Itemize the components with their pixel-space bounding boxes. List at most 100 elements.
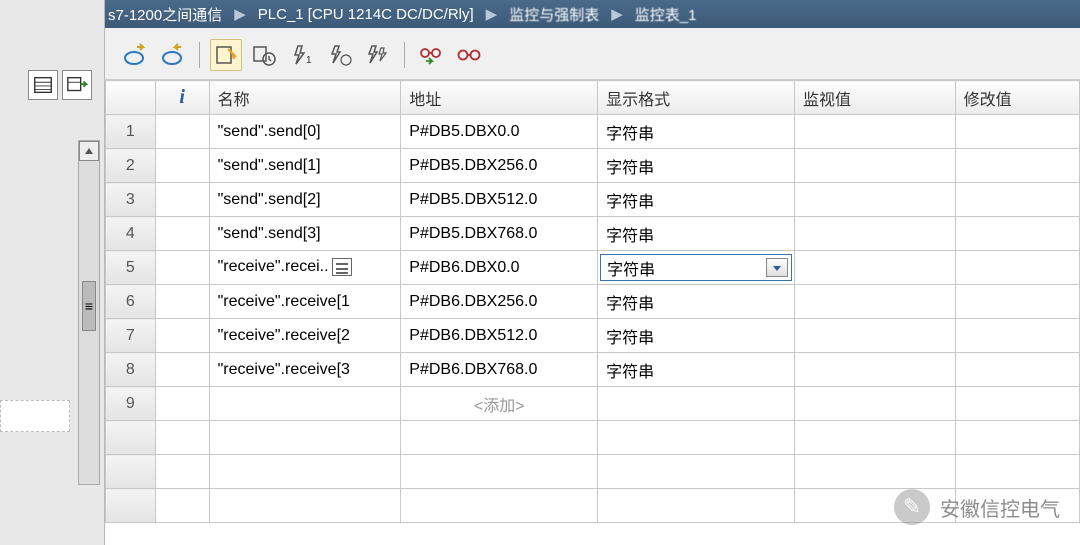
- col-address-header[interactable]: 地址: [401, 81, 598, 115]
- cell-modify[interactable]: [955, 115, 1079, 149]
- row-number[interactable]: 9: [106, 387, 156, 421]
- glasses-icon[interactable]: [453, 39, 485, 71]
- col-rownum-header[interactable]: [106, 81, 156, 115]
- cell-address[interactable]: P#DB6.DBX768.0: [401, 353, 598, 387]
- cell-name[interactable]: "receive".receive[2: [209, 319, 401, 353]
- table-row[interactable]: 1 "send".send[0]P#DB5.DBX0.0字符串: [106, 115, 1080, 149]
- cell-monitor[interactable]: [795, 115, 956, 149]
- breadcrumb-project[interactable]: s7-1200之间通信: [108, 4, 222, 25]
- cell-modify[interactable]: [955, 353, 1079, 387]
- cell-name[interactable]: "receive".receive[1: [209, 285, 401, 319]
- view-mode-icon[interactable]: [28, 70, 58, 100]
- cell-address[interactable]: P#DB6.DBX512.0: [401, 319, 598, 353]
- cell-format[interactable]: 字符串: [598, 319, 795, 353]
- cell-format[interactable]: 字符串: [598, 149, 795, 183]
- flash-time-icon[interactable]: [324, 39, 356, 71]
- cell-i[interactable]: [155, 387, 209, 421]
- cell-modify[interactable]: [955, 217, 1079, 251]
- cell-monitor[interactable]: [795, 353, 956, 387]
- cell-format[interactable]: 字符串: [598, 251, 795, 285]
- cell-address[interactable]: <添加>: [401, 387, 598, 421]
- insert-row-below-icon[interactable]: [157, 39, 189, 71]
- cell-address[interactable]: P#DB6.DBX0.0: [401, 251, 598, 285]
- row-number[interactable]: 1: [106, 115, 156, 149]
- table-row[interactable]: 8 "receive".receive[3P#DB6.DBX768.0字符串: [106, 353, 1080, 387]
- cell-address[interactable]: P#DB5.DBX0.0: [401, 115, 598, 149]
- cell-address[interactable]: P#DB5.DBX256.0: [401, 149, 598, 183]
- chevron-down-icon[interactable]: [766, 258, 788, 277]
- cell-monitor[interactable]: [795, 251, 956, 285]
- cell-monitor[interactable]: [795, 149, 956, 183]
- table-row[interactable]: 2 "send".send[1]P#DB5.DBX256.0字符串: [106, 149, 1080, 183]
- cell-modify[interactable]: [955, 183, 1079, 217]
- col-name-header[interactable]: 名称: [209, 81, 401, 115]
- cell-format[interactable]: 字符串: [598, 285, 795, 319]
- scroll-handle[interactable]: ≡: [82, 281, 96, 331]
- monitor-toggle-icon[interactable]: [210, 39, 242, 71]
- cell-monitor[interactable]: [795, 387, 956, 421]
- row-number[interactable]: 8: [106, 353, 156, 387]
- scroll-up-icon[interactable]: [79, 141, 99, 161]
- cell-format[interactable]: 字符串: [598, 353, 795, 387]
- col-modify-header[interactable]: 修改值: [955, 81, 1079, 115]
- col-format-header[interactable]: 显示格式: [598, 81, 795, 115]
- breadcrumb-table[interactable]: 监控表_1: [635, 4, 697, 25]
- table-row[interactable]: 3 "send".send[2]P#DB5.DBX512.0字符串: [106, 183, 1080, 217]
- row-number[interactable]: 3: [106, 183, 156, 217]
- table-row[interactable]: 5 "receive".recei..P#DB6.DBX0.0字符串: [106, 251, 1080, 285]
- cell-modify[interactable]: [955, 251, 1079, 285]
- breadcrumb-plc[interactable]: PLC_1 [CPU 1214C DC/DC/Rly]: [258, 6, 474, 23]
- row-number[interactable]: 5: [106, 251, 156, 285]
- glasses-go-icon[interactable]: [415, 39, 447, 71]
- cell-format[interactable]: 字符串: [598, 183, 795, 217]
- cell-name[interactable]: "send".send[1]: [209, 149, 401, 183]
- table-go-icon[interactable]: [62, 70, 92, 100]
- cell-monitor[interactable]: [795, 285, 956, 319]
- cell-i[interactable]: [155, 319, 209, 353]
- row-number[interactable]: 4: [106, 217, 156, 251]
- cell-name[interactable]: "receive".receive[3: [209, 353, 401, 387]
- row-number[interactable]: 2: [106, 149, 156, 183]
- cell-modify[interactable]: [955, 285, 1079, 319]
- cell-name[interactable]: "send".send[0]: [209, 115, 401, 149]
- cell-address[interactable]: P#DB6.DBX256.0: [401, 285, 598, 319]
- cell-i[interactable]: [155, 251, 209, 285]
- left-scrollbar[interactable]: ≡: [78, 140, 100, 485]
- time-monitor-icon[interactable]: [248, 39, 280, 71]
- cell-name[interactable]: "send".send[3]: [209, 217, 401, 251]
- cell-modify[interactable]: [955, 387, 1079, 421]
- format-dropdown[interactable]: 字符串: [600, 254, 792, 281]
- cell-i[interactable]: [155, 353, 209, 387]
- cell-i[interactable]: [155, 115, 209, 149]
- cell-name[interactable]: "receive".recei..: [209, 251, 401, 285]
- breadcrumb-group[interactable]: 监控与强制表: [509, 4, 599, 25]
- cell-i[interactable]: [155, 217, 209, 251]
- cell-i[interactable]: [155, 149, 209, 183]
- col-i-header[interactable]: i: [155, 81, 209, 115]
- table-row[interactable]: 7 "receive".receive[2P#DB6.DBX512.0字符串: [106, 319, 1080, 353]
- cell-monitor[interactable]: [795, 183, 956, 217]
- cell-i[interactable]: [155, 285, 209, 319]
- cell-modify[interactable]: [955, 149, 1079, 183]
- cell-format[interactable]: 字符串: [598, 217, 795, 251]
- cell-monitor[interactable]: [795, 319, 956, 353]
- insert-row-above-icon[interactable]: [119, 39, 151, 71]
- table-row[interactable]: 4 "send".send[3]P#DB5.DBX768.0字符串: [106, 217, 1080, 251]
- col-monitor-header[interactable]: 监视值: [795, 81, 956, 115]
- cell-format[interactable]: 字符串: [598, 115, 795, 149]
- cell-name[interactable]: "send".send[2]: [209, 183, 401, 217]
- flash-all-icon[interactable]: [362, 39, 394, 71]
- browse-icon[interactable]: [332, 258, 352, 276]
- cell-address[interactable]: P#DB5.DBX768.0: [401, 217, 598, 251]
- row-number[interactable]: 7: [106, 319, 156, 353]
- row-number[interactable]: 6: [106, 285, 156, 319]
- flash-one-icon[interactable]: 1: [286, 39, 318, 71]
- cell-name[interactable]: [209, 387, 401, 421]
- cell-i[interactable]: [155, 183, 209, 217]
- cell-address[interactable]: P#DB5.DBX512.0: [401, 183, 598, 217]
- cell-format[interactable]: [598, 387, 795, 421]
- cell-modify[interactable]: [955, 319, 1079, 353]
- table-row[interactable]: 9 <添加>: [106, 387, 1080, 421]
- table-row[interactable]: 6 "receive".receive[1P#DB6.DBX256.0字符串: [106, 285, 1080, 319]
- cell-monitor[interactable]: [795, 217, 956, 251]
